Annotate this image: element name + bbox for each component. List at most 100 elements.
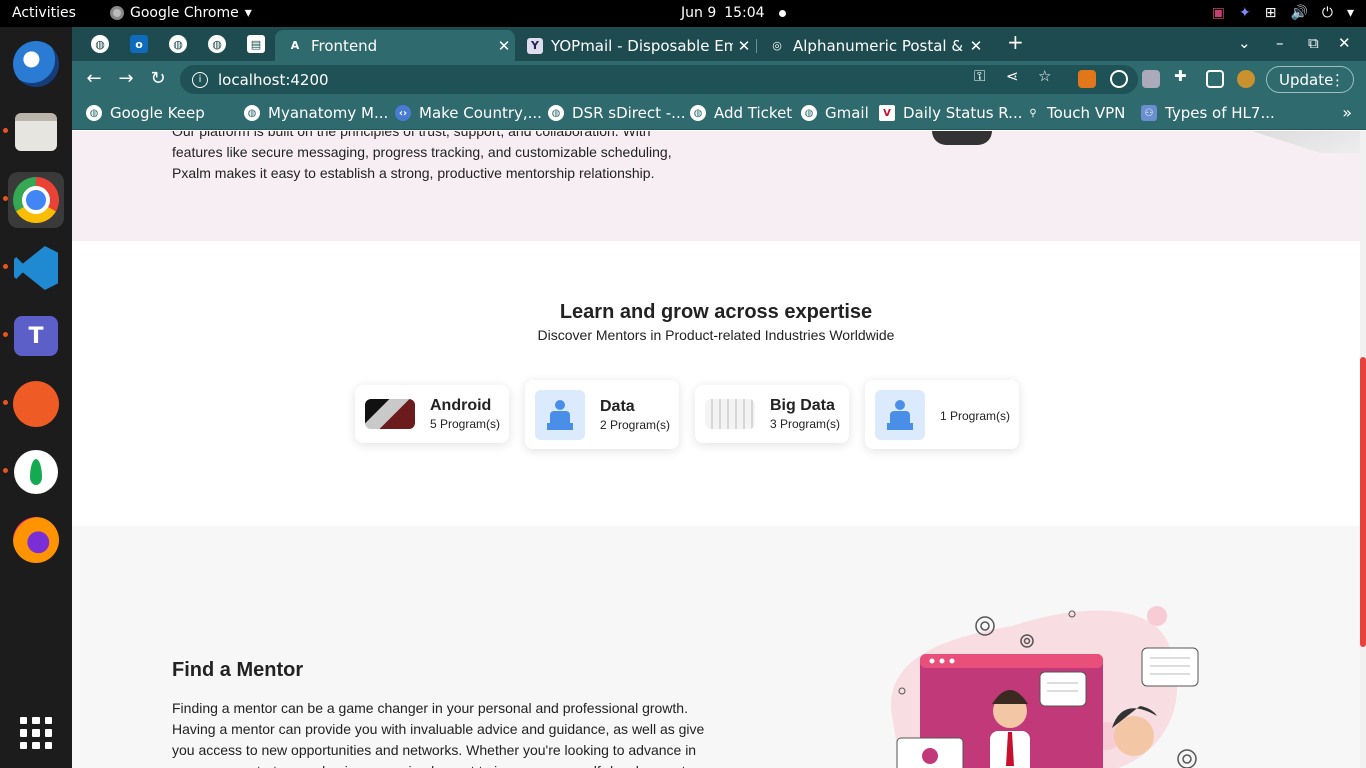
bookmark-item[interactable]: ◍ Add Ticket — [690, 104, 792, 122]
big-data-thumbnail — [705, 399, 755, 429]
close-window-button[interactable]: ✕ — [1338, 34, 1351, 52]
expertise-section: Learn and grow across expertise Discover… — [72, 241, 1366, 526]
expertise-card-data[interactable]: Data 2 Program(s) — [525, 380, 679, 449]
system-tray[interactable]: ▣ ✦ ⊞ 🔊 ⏻ ▾ — [1212, 5, 1354, 21]
metamask-icon[interactable] — [1078, 70, 1096, 88]
reload-button[interactable]: ↻ — [146, 68, 170, 89]
card-count: 3 Program(s) — [770, 417, 841, 431]
tab-yopmail[interactable]: Y YOPmail - Disposable Ema ✕ — [515, 30, 755, 61]
dock-teams[interactable]: T — [8, 308, 64, 364]
indicator-icon[interactable]: ▣ — [1212, 5, 1225, 21]
dock-files[interactable] — [8, 104, 64, 160]
globe-icon: ◍ — [244, 105, 260, 121]
bookmark-item[interactable]: ‹› Make Country,... — [395, 104, 542, 122]
chevron-down-icon[interactable]: ▾ — [1347, 5, 1354, 21]
show-apps-button[interactable] — [8, 705, 64, 761]
find-mentor-text: Finding a mentor can be a game changer i… — [172, 700, 705, 768]
date: Jun 9 — [681, 5, 717, 21]
key-icon[interactable]: ⚿ — [974, 67, 985, 85]
bookmark-item[interactable]: ⚲ Touch VPN — [1027, 104, 1125, 122]
expertise-card-unnamed[interactable]: 1 Program(s) — [865, 380, 1019, 449]
extension-icon[interactable]: ✦ — [1239, 5, 1251, 21]
bookmark-item[interactable]: V Daily Status R... — [879, 104, 1022, 122]
update-label: Update — [1279, 70, 1334, 89]
section-subtitle: Discover Mentors in Product-related Indu… — [537, 327, 895, 343]
dock-postman[interactable] — [8, 376, 64, 432]
time: 15:04 — [724, 5, 765, 21]
network-icon[interactable]: ⊞ — [1265, 5, 1277, 21]
close-icon[interactable]: ✕ — [733, 37, 755, 55]
intro-section: Our platform is built on the principles … — [72, 131, 1366, 241]
volume-icon[interactable]: 🔊 — [1290, 5, 1307, 21]
v-logo-icon: V — [879, 105, 895, 121]
section-title: Find a Mentor — [172, 659, 304, 681]
tab-bar: ◍ o ◍ ◍ ▤ A Frontend ✕ Y YOPmail - Dispo… — [72, 27, 1366, 61]
activities-button[interactable]: Activities — [12, 5, 76, 21]
files-icon — [15, 113, 57, 151]
more-bookmarks-icon[interactable]: » — [1342, 103, 1352, 122]
minimize-button[interactable]: – — [1276, 34, 1284, 52]
bookmark-label: Make Country,... — [419, 104, 542, 122]
tab-frontend[interactable]: A Frontend ✕ — [275, 30, 515, 61]
pinned-tab-globe-icon[interactable]: ◍ — [91, 35, 109, 53]
share-icon[interactable]: ⋖ — [1006, 67, 1019, 85]
bookmark-star-icon[interactable]: ☆ — [1038, 67, 1051, 85]
notification-dot — [778, 9, 786, 17]
dock-vscode[interactable] — [8, 240, 64, 296]
card-name: Data — [600, 397, 635, 415]
thunderbird-icon — [13, 41, 59, 87]
pinned-tab-app-icon[interactable]: ▤ — [247, 35, 265, 53]
dock-chrome[interactable] — [8, 172, 64, 228]
close-icon[interactable]: ✕ — [965, 37, 987, 55]
system-top-bar: Activities Google Chrome ▾ Jun 9 15:04 ▣… — [0, 0, 1366, 27]
firefox-icon — [13, 517, 59, 563]
bookmark-item[interactable]: ◍ Myanatomy M... — [244, 104, 388, 122]
update-button[interactable]: Update ⋮ — [1266, 66, 1354, 93]
mentor-illustration — [891, 606, 1199, 768]
teams-icon: T — [14, 316, 58, 356]
bookmark-item[interactable]: ◍ Google Keep — [86, 104, 205, 122]
bookmark-label: Daily Status R... — [903, 104, 1023, 122]
dock-firefox[interactable] — [8, 512, 64, 568]
puzzle-icon[interactable]: ✚ — [1174, 67, 1187, 85]
app-menu[interactable]: Google Chrome ▾ — [110, 5, 252, 21]
expertise-card-big-data[interactable]: Big Data 3 Program(s) — [695, 385, 849, 443]
clock[interactable]: Jun 9 15:04 — [681, 5, 786, 21]
pinned-tab-outlook-icon[interactable]: o — [130, 35, 148, 53]
page-content: Our platform is built on the principles … — [72, 131, 1366, 768]
avatar[interactable] — [1237, 70, 1255, 88]
page-scrollbar[interactable] — [1360, 131, 1366, 768]
bookmark-label: Add Ticket — [714, 104, 793, 122]
maximize-button[interactable]: ⧉ — [1308, 34, 1319, 52]
power-icon[interactable]: ⏻ — [1322, 5, 1333, 21]
scrollbar-thumb[interactable] — [1360, 357, 1366, 647]
bookmark-item[interactable]: ⚇ Types of HL7... — [1141, 104, 1275, 122]
bookmark-label: DSR sDirect -... — [572, 104, 686, 122]
android-thumbnail — [365, 399, 415, 429]
extension-icon[interactable] — [1142, 70, 1160, 88]
pinned-tab-globe-icon[interactable]: ◍ — [208, 35, 226, 53]
bookmark-label: Types of HL7... — [1165, 104, 1275, 122]
bookmark-item[interactable]: ◍ Gmail — [801, 104, 869, 122]
extension-circle-icon[interactable] — [1110, 70, 1128, 88]
card-name: Android — [430, 397, 492, 414]
close-icon[interactable]: ✕ — [493, 37, 515, 55]
info-icon[interactable]: i — [192, 71, 208, 88]
dock-thunderbird[interactable] — [8, 36, 64, 92]
tab-search-icon[interactable]: ⌄ — [1238, 34, 1251, 52]
side-panel-icon[interactable] — [1206, 70, 1224, 88]
new-tab-button[interactable]: + — [1007, 30, 1024, 54]
card-count: 1 Program(s) — [940, 408, 1011, 423]
bookmark-item[interactable]: ◍ DSR sDirect -... — [548, 104, 685, 122]
forward-button[interactable]: → — [114, 68, 138, 89]
more-icon: ⋮ — [1330, 70, 1345, 89]
chatgpt-icon: ◎ — [772, 39, 782, 52]
pinned-tab-globe-icon[interactable]: ◍ — [169, 35, 187, 53]
tab-alphanumeric[interactable]: ◎ Alphanumeric Postal & Ac ✕ — [757, 30, 987, 61]
url-text: localhost:4200 — [218, 70, 329, 89]
vpn-icon: ⚲ — [1029, 107, 1037, 119]
address-bar[interactable]: i localhost:4200 — [180, 65, 1138, 94]
dock-mongodb[interactable] — [8, 444, 64, 500]
back-button[interactable]: ← — [82, 68, 106, 89]
expertise-card-android[interactable]: Android 5 Program(s) — [355, 385, 509, 443]
